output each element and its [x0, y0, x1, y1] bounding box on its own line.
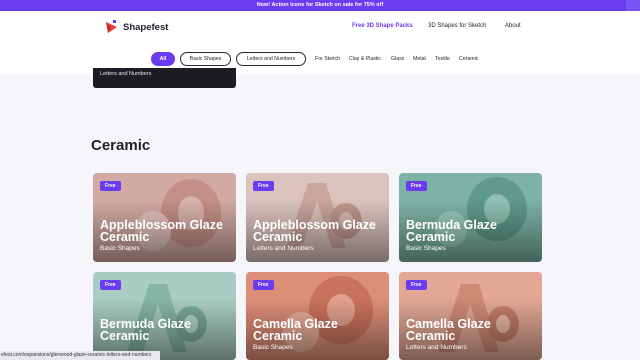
- card-subtitle: Letters and Numbers: [406, 344, 467, 351]
- product-card[interactable]: Free Camella Glaze Ceramic Basic Shapes: [246, 272, 389, 360]
- site-header: Shapefest Free 3D Shape Packs 3D Shapes …: [0, 11, 640, 43]
- announcement-text[interactable]: Now! Action Icons for Sketch on sale for…: [257, 2, 384, 8]
- card-title: Bermuda Glaze Ceramic: [406, 218, 498, 244]
- filter-link-textile[interactable]: Textile: [435, 56, 450, 62]
- filter-link-for-sketch[interactable]: For Sketch: [315, 56, 340, 62]
- card-title: Camella Glaze Ceramic: [253, 317, 338, 343]
- filter-pill-all[interactable]: All: [151, 52, 175, 66]
- filter-link-clay-plastic[interactable]: Clay & Plastic: [349, 56, 381, 62]
- product-card[interactable]: Free Appleblossom Glaze Ceramic Basic Sha…: [93, 173, 236, 262]
- card-title: Appleblossom Glaze Ceramic: [100, 218, 223, 244]
- logo[interactable]: Shapefest: [105, 20, 168, 34]
- brand-name: Shapefest: [123, 21, 169, 33]
- product-card[interactable]: Free Appleblossom Glaze Ceramic Letters a…: [246, 173, 389, 262]
- card-subtitle: Basic Shapes: [253, 344, 293, 351]
- nav-free-3d-shape-packs[interactable]: Free 3D Shape Packs: [352, 23, 413, 29]
- card-title: Camella Glaze Ceramic: [406, 317, 491, 343]
- product-card[interactable]: Free Bermuda Glaze Ceramic Basic Shapes: [399, 173, 542, 262]
- browser-status-url: efest.com/expansions/glenwood-glaze-cera…: [0, 351, 160, 360]
- nav-3d-shapes-for-sketch[interactable]: 3D Shapes for Sketch: [428, 23, 486, 29]
- filter-link-ceramic[interactable]: Ceramic: [459, 56, 478, 62]
- free-badge: Free: [406, 181, 427, 191]
- free-badge: Free: [100, 181, 121, 191]
- filter-link-glass[interactable]: Glass: [391, 56, 404, 62]
- section-title: Ceramic: [91, 137, 151, 154]
- card-title: Bermuda Glaze Ceramic: [100, 317, 192, 343]
- free-badge: Free: [406, 280, 427, 290]
- filter-link-metal[interactable]: Metal: [413, 56, 426, 62]
- previous-card-subtitle: Letters and Numbers: [100, 71, 152, 77]
- free-badge: Free: [253, 181, 274, 191]
- shapefest-logo-icon: [105, 20, 119, 34]
- filter-pill-letters-numbers[interactable]: Letters and Numbers: [236, 52, 306, 66]
- card-subtitle: Basic Shapes: [406, 245, 446, 252]
- free-badge: Free: [100, 280, 121, 290]
- card-title: Appleblossom Glaze Ceramic: [253, 218, 376, 244]
- product-card[interactable]: Free Camella Glaze Ceramic Letters and Nu…: [399, 272, 542, 360]
- free-badge: Free: [253, 280, 274, 290]
- product-card[interactable]: Free Bermuda Glaze Ceramic: [93, 272, 236, 360]
- previous-section-card[interactable]: Letters and Numbers: [93, 68, 236, 88]
- card-subtitle: Basic Shapes: [100, 245, 140, 252]
- card-subtitle: Letters and Numbers: [253, 245, 314, 252]
- nav-about[interactable]: About: [505, 23, 521, 29]
- filter-pill-basic-shapes[interactable]: Basic Shapes: [180, 52, 231, 66]
- announcement-bar[interactable]: Now! Action Icons for Sketch on sale for…: [0, 0, 640, 22]
